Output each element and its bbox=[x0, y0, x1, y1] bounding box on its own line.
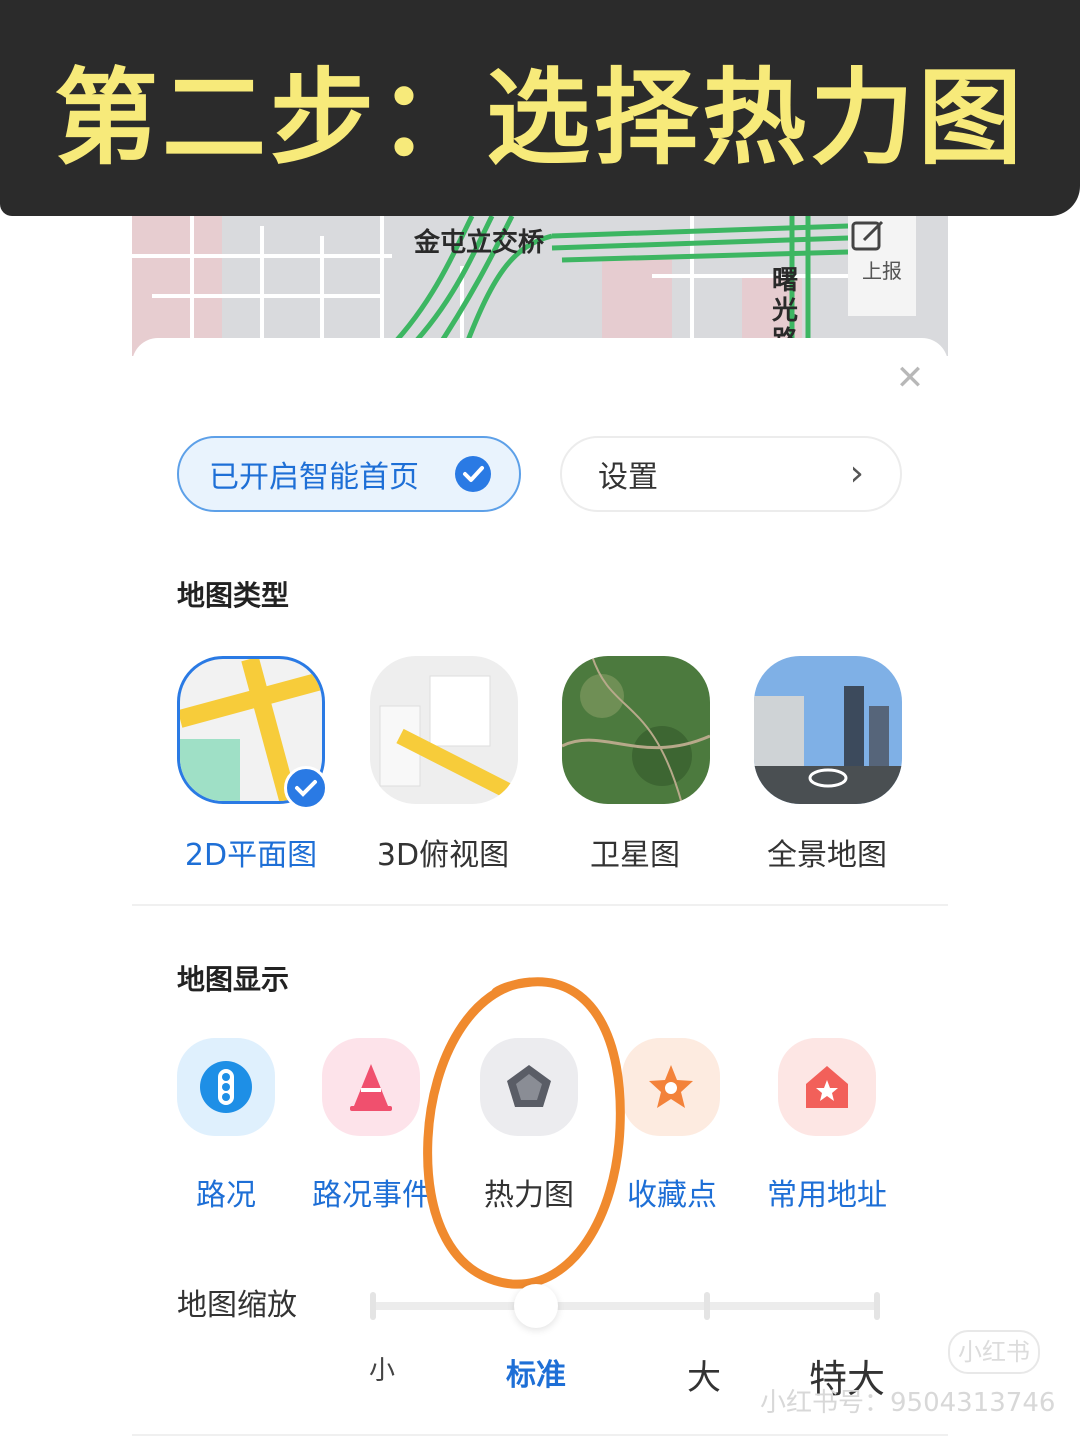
map-type-panorama-tile[interactable] bbox=[754, 656, 902, 804]
bottom-divider bbox=[132, 1434, 948, 1436]
traffic-label: 路况 bbox=[196, 1178, 256, 1213]
zoom-slider-track[interactable] bbox=[370, 1302, 880, 1310]
title-banner: 第二步：选择热力图 bbox=[0, 0, 1080, 216]
report-button[interactable]: 上报 bbox=[848, 216, 916, 316]
check-circle-icon bbox=[455, 456, 491, 492]
chevron-right-icon: › bbox=[849, 453, 864, 494]
map-type-satellite-label: 卫星图 bbox=[590, 838, 680, 873]
zoom-tick-small bbox=[370, 1292, 376, 1320]
map-view[interactable]: 金屯立交桥 曙光路 上报 bbox=[132, 216, 948, 356]
smart-home-label: 已开启智能首页 bbox=[209, 460, 419, 495]
selected-check-icon bbox=[284, 766, 328, 810]
close-icon[interactable]: ✕ bbox=[894, 361, 926, 395]
smart-home-toggle[interactable]: 已开启智能首页 bbox=[177, 436, 521, 512]
map-type-satellite-tile[interactable] bbox=[562, 656, 710, 804]
zoom-level-small[interactable]: 小 bbox=[332, 1350, 432, 1387]
map-bridge-label: 金屯立交桥 bbox=[414, 228, 545, 258]
highlight-circle-annotation bbox=[423, 977, 625, 1289]
section-divider bbox=[132, 904, 948, 906]
map-type-2d-label: 2D平面图 bbox=[184, 838, 318, 873]
home-icon bbox=[806, 1066, 848, 1108]
zoom-title: 地图缩放 bbox=[177, 1288, 297, 1323]
edit-icon bbox=[851, 220, 884, 251]
map-type-title: 地图类型 bbox=[177, 579, 290, 612]
traffic-toggle[interactable] bbox=[177, 1038, 275, 1136]
traffic-events-toggle[interactable] bbox=[322, 1038, 420, 1136]
zoom-tick-xlarge bbox=[874, 1292, 880, 1320]
map-display-title: 地图显示 bbox=[177, 963, 290, 996]
map-type-3d-label: 3D俯视图 bbox=[376, 838, 510, 873]
zoom-tick-large bbox=[704, 1292, 710, 1320]
panorama-preview-icon bbox=[754, 686, 902, 804]
common-addresses-label: 常用地址 bbox=[767, 1178, 887, 1213]
zoom-level-standard[interactable]: 标准 bbox=[486, 1350, 586, 1394]
map-layers-sheet: ✕ 已开启智能首页 设置 › 地图类型 2D平面图 3D俯视图 卫星图 全景地图… bbox=[132, 338, 948, 1439]
banner-title: 第二步：选择热力图 bbox=[53, 56, 1026, 179]
map-type-3d-tile[interactable] bbox=[370, 656, 518, 804]
settings-label: 设置 bbox=[598, 460, 658, 495]
3d-map-preview-icon bbox=[379, 675, 518, 804]
report-label: 上报 bbox=[862, 258, 902, 283]
zoom-slider-knob[interactable] bbox=[514, 1284, 558, 1328]
common-addresses-toggle[interactable] bbox=[778, 1038, 876, 1136]
traffic-cone-icon bbox=[350, 1064, 392, 1111]
map-type-panorama-label: 全景地图 bbox=[767, 838, 887, 873]
watermark-text: 小红书号：9504313746 bbox=[760, 1388, 1056, 1418]
star-icon bbox=[649, 1065, 693, 1108]
zoom-level-large[interactable]: 大 bbox=[654, 1350, 754, 1399]
satellite-preview-icon bbox=[562, 656, 710, 804]
traffic-light-icon bbox=[200, 1061, 252, 1113]
settings-button[interactable]: 设置 › bbox=[560, 436, 902, 512]
watermark-badge: 小红书 bbox=[948, 1330, 1040, 1374]
